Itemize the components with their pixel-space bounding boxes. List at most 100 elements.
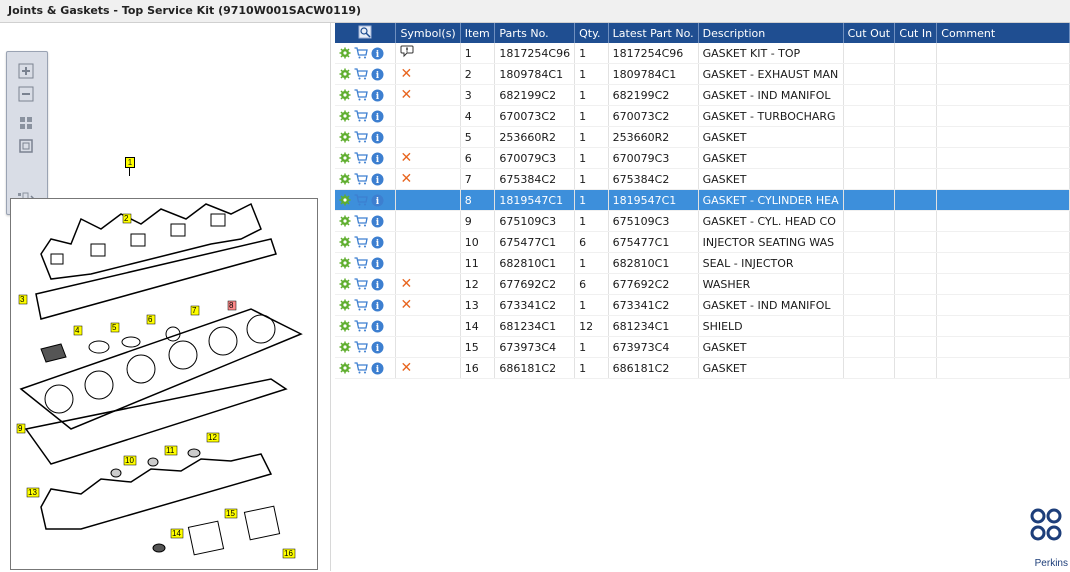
callout-5[interactable]: 5 (112, 323, 117, 332)
cart-icon[interactable] (354, 152, 368, 164)
callout-7[interactable]: 7 (192, 306, 197, 315)
column-header-description[interactable]: Description (698, 23, 844, 43)
info-icon[interactable]: i (371, 68, 384, 81)
table-row[interactable]: i ✕ 12 677692C2 6 677692C2 WASHER (335, 273, 1070, 295)
cart-icon[interactable] (354, 131, 368, 143)
cart-icon[interactable] (354, 320, 368, 332)
table-row[interactable]: i 1 1817254C96 1 1817254C96 GASKET KIT - TOP (335, 43, 1070, 64)
callout-3[interactable]: 3 (20, 295, 25, 304)
gear-icon[interactable] (339, 362, 351, 374)
cart-icon[interactable] (354, 173, 368, 185)
cart-icon[interactable] (354, 215, 368, 227)
zoom-in-button[interactable] (17, 62, 35, 80)
column-header-symbols[interactable]: Symbol(s) (395, 23, 461, 43)
callout-16[interactable]: 16 (284, 549, 293, 558)
table-row[interactable]: i ✕ 13 673341C2 1 673341C2 GASKET - IND MANIFO… (335, 294, 1070, 316)
gear-icon[interactable] (339, 278, 351, 290)
info-icon[interactable]: i (371, 320, 384, 333)
table-row[interactable]: i 4 670073C2 1 670073C2 GASKET - TURBOCHARG (335, 105, 1070, 127)
table-row[interactable]: i 11 682810C1 1 682810C1 SEAL - INJECTOR (335, 252, 1070, 274)
gear-icon[interactable] (339, 257, 351, 269)
callout-2[interactable]: 2 (124, 214, 129, 223)
fit-all-button[interactable] (17, 114, 35, 132)
callout-14[interactable]: 14 (172, 529, 181, 538)
callout-10[interactable]: 10 (125, 456, 134, 465)
info-icon[interactable]: i (371, 215, 384, 228)
info-icon[interactable]: i (371, 47, 384, 60)
table-row[interactable]: i 14 681234C1 12 681234C1 SHIELD (335, 315, 1070, 337)
cart-icon[interactable] (354, 299, 368, 311)
cart-icon[interactable] (354, 194, 368, 206)
info-icon[interactable]: i (371, 131, 384, 144)
cart-icon[interactable] (354, 341, 368, 353)
cart-icon[interactable] (354, 278, 368, 290)
info-icon[interactable]: i (371, 362, 384, 375)
table-row[interactable]: i 10 675477C1 6 675477C1 INJECTOR SEATING WAS (335, 231, 1070, 253)
fit-window-button[interactable] (17, 137, 35, 155)
callout-9[interactable]: 9 (18, 424, 23, 433)
column-header-qty[interactable]: Qty. (574, 23, 609, 43)
gear-icon[interactable] (339, 47, 351, 59)
cart-icon[interactable] (354, 89, 368, 101)
info-icon[interactable]: i (371, 89, 384, 102)
table-row[interactable]: i ✕ 3 682199C2 1 682199C2 GASKET - IND MANIFOL (335, 84, 1070, 106)
table-row[interactable]: i 5 253660R2 1 253660R2 GASKET (335, 126, 1070, 148)
column-settings-icon[interactable] (358, 25, 372, 39)
column-header-parts-no[interactable]: Parts No. (494, 23, 576, 43)
column-header-comment[interactable]: Comment (936, 23, 1070, 43)
gear-icon[interactable] (339, 68, 351, 80)
column-header-cut-out[interactable]: Cut Out (843, 23, 896, 43)
gear-icon[interactable] (339, 131, 351, 143)
row-symbol: ✕ (395, 84, 461, 106)
info-icon[interactable]: i (371, 257, 384, 270)
cart-icon[interactable] (354, 110, 368, 122)
gear-icon[interactable] (339, 236, 351, 248)
cart-icon[interactable] (354, 257, 368, 269)
gear-icon[interactable] (339, 89, 351, 101)
gear-icon[interactable] (339, 194, 351, 206)
zoom-out-button[interactable] (17, 85, 35, 103)
cut-in-cell (894, 294, 938, 316)
table-row[interactable]: i 15 673973C4 1 673973C4 GASKET (335, 336, 1070, 358)
gear-icon[interactable] (339, 320, 351, 332)
exploded-view-drawing[interactable]: 2 3 4 5 6 7 8 9 10 11 12 13 14 15 16 (10, 189, 318, 570)
column-header-latest-part-no[interactable]: Latest Part No. (608, 23, 699, 43)
gear-icon[interactable] (339, 110, 351, 122)
column-header-cut-in[interactable]: Cut In (894, 23, 938, 43)
callout-13[interactable]: 13 (28, 488, 37, 497)
not-available-icon: ✕ (400, 360, 413, 376)
table-row[interactable]: i ✕ 6 670079C3 1 670079C3 GASKET (335, 147, 1070, 169)
column-header-actions[interactable] (335, 23, 397, 43)
callout-11[interactable]: 11 (166, 446, 175, 455)
info-icon[interactable]: i (371, 194, 384, 207)
info-icon[interactable]: i (371, 278, 384, 291)
callout-15[interactable]: 15 (226, 509, 235, 518)
info-icon[interactable]: i (371, 341, 384, 354)
info-icon[interactable]: i (371, 110, 384, 123)
callout-12[interactable]: 12 (208, 433, 217, 442)
cart-icon[interactable] (354, 68, 368, 80)
info-icon[interactable]: i (371, 152, 384, 165)
gear-icon[interactable] (339, 215, 351, 227)
note-icon[interactable] (400, 45, 414, 58)
gear-icon[interactable] (339, 173, 351, 185)
cart-icon[interactable] (354, 47, 368, 59)
gear-icon[interactable] (339, 299, 351, 311)
table-row[interactable]: i ✕ 16 686181C2 1 686181C2 GASKET (335, 357, 1070, 379)
table-row[interactable]: i 9 675109C3 1 675109C3 GASKET - CYL. HEAD CO (335, 210, 1070, 232)
gear-icon[interactable] (339, 152, 351, 164)
callout-4[interactable]: 4 (75, 326, 80, 335)
gear-icon[interactable] (339, 341, 351, 353)
table-row[interactable]: i ✕ 2 1809784C1 1 1809784C1 GASKET - EXHAUST M… (335, 63, 1070, 85)
callout-6[interactable]: 6 (148, 315, 153, 324)
info-icon[interactable]: i (371, 236, 384, 249)
column-header-item[interactable]: Item (460, 23, 496, 43)
cart-icon[interactable] (354, 236, 368, 248)
callout-8[interactable]: 8 (229, 301, 234, 310)
info-icon[interactable]: i (371, 299, 384, 312)
table-row[interactable]: i ✕ 7 675384C2 1 675384C2 GASKET (335, 168, 1070, 190)
info-icon[interactable]: i (371, 173, 384, 186)
cart-icon[interactable] (354, 362, 368, 374)
table-row[interactable]: i 8 1819547C1 1 1819547C1 GASKET - CYLINDER H… (335, 189, 1070, 211)
callout-1-marker[interactable]: 1 (125, 157, 135, 168)
